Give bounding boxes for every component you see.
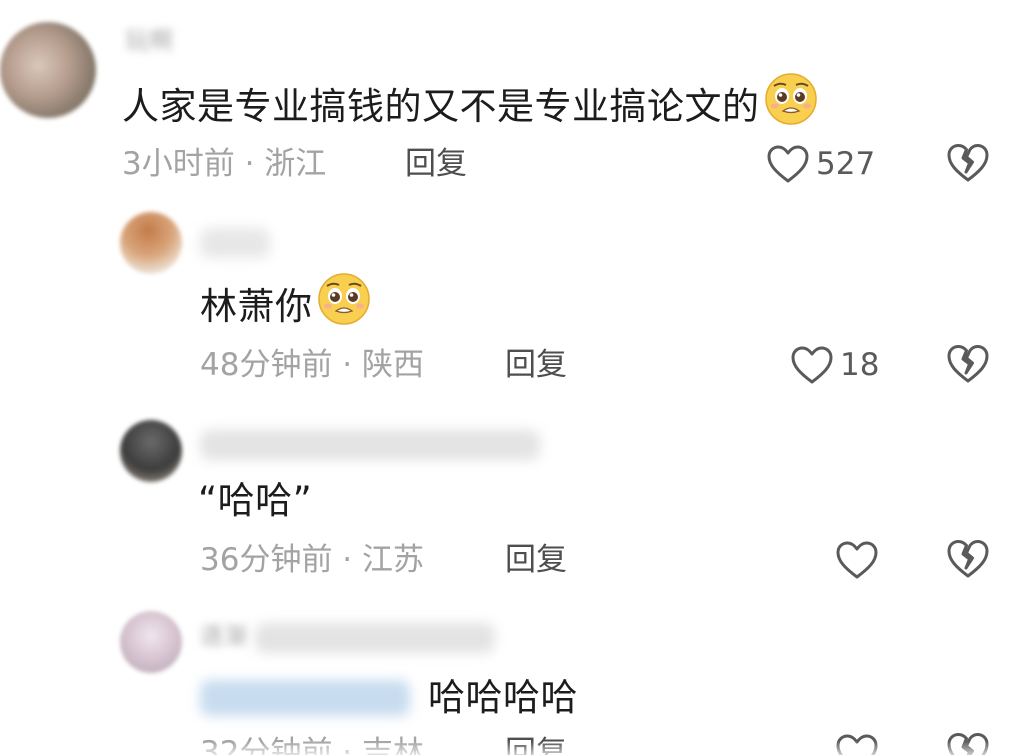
mention-link[interactable] bbox=[200, 680, 410, 716]
comment-meta: 36分钟前 · 江苏 bbox=[200, 540, 424, 580]
comment-thread: 玩啊 人家是专业搞钱的又不是专业搞论文的 3小时前 · 浙江 回复 527 林萧… bbox=[0, 0, 1035, 755]
avatar[interactable] bbox=[0, 22, 96, 118]
username[interactable] bbox=[200, 430, 540, 460]
dislike-button[interactable] bbox=[945, 538, 991, 584]
comment-text-content: 林萧你 bbox=[200, 285, 313, 328]
comment-text: 哈哈哈哈 bbox=[428, 675, 578, 721]
comment-time: 36分钟前 bbox=[200, 542, 333, 578]
dislike-button[interactable] bbox=[945, 343, 991, 389]
comment-time: 48分钟前 bbox=[200, 347, 333, 383]
username[interactable]: 逐渐 bbox=[200, 621, 248, 651]
username[interactable] bbox=[200, 228, 270, 258]
comment-text-content: “哈哈” bbox=[198, 479, 313, 522]
comment-text-content: 人家是专业搞钱的又不是专业搞论文的 bbox=[122, 85, 760, 128]
like-button[interactable]: 527 bbox=[766, 140, 875, 188]
comment-text: 人家是专业搞钱的又不是专业搞论文的 bbox=[122, 73, 818, 137]
comment-item: “哈哈” 36分钟前 · 江苏 回复 bbox=[0, 410, 1035, 610]
like-button[interactable] bbox=[835, 536, 879, 584]
avatar[interactable] bbox=[120, 212, 182, 274]
username[interactable]: 玩啊 bbox=[125, 26, 173, 56]
meta-separator: · bbox=[332, 542, 363, 578]
comment-text: “哈哈” bbox=[198, 478, 312, 524]
broken-heart-icon bbox=[947, 345, 989, 383]
meta-separator: · bbox=[332, 347, 363, 383]
pleading-face-icon bbox=[317, 272, 371, 337]
like-count: 527 bbox=[816, 146, 876, 182]
pleading-face-icon bbox=[764, 72, 818, 137]
heart-icon bbox=[836, 541, 878, 579]
like-button[interactable]: 18 bbox=[790, 341, 879, 389]
comment-meta: 3小时前 · 浙江 bbox=[122, 144, 326, 184]
bottom-fade bbox=[0, 741, 1035, 755]
heart-icon bbox=[767, 145, 809, 183]
avatar[interactable] bbox=[120, 420, 182, 482]
avatar[interactable] bbox=[120, 611, 182, 673]
comment-location: 江苏 bbox=[362, 542, 425, 578]
heart-icon bbox=[791, 346, 833, 384]
comment-item: 玩啊 人家是专业搞钱的又不是专业搞论文的 3小时前 · 浙江 回复 527 bbox=[0, 0, 1035, 200]
username-blur bbox=[255, 623, 495, 653]
comment-text-content: 哈哈哈哈 bbox=[428, 676, 578, 719]
comment-time: 3小时前 bbox=[122, 146, 235, 182]
comment-location: 浙江 bbox=[264, 146, 327, 182]
reply-button[interactable]: 回复 bbox=[505, 540, 567, 580]
comment-meta: 48分钟前 · 陕西 bbox=[200, 345, 424, 385]
reply-button[interactable]: 回复 bbox=[405, 144, 467, 184]
reply-button[interactable]: 回复 bbox=[505, 345, 567, 385]
meta-separator: · bbox=[234, 146, 265, 182]
comment-text: 林萧你 bbox=[200, 273, 371, 337]
like-count: 18 bbox=[840, 347, 880, 383]
comment-item: 林萧你 48分钟前 · 陕西 回复 18 bbox=[0, 200, 1035, 410]
comment-item: 逐渐 哈哈哈哈 32分钟前 · 吉林 回复 bbox=[0, 605, 1035, 755]
dislike-button[interactable] bbox=[945, 142, 991, 188]
broken-heart-icon bbox=[947, 540, 989, 578]
comment-location: 陕西 bbox=[362, 347, 425, 383]
broken-heart-icon bbox=[947, 144, 989, 182]
